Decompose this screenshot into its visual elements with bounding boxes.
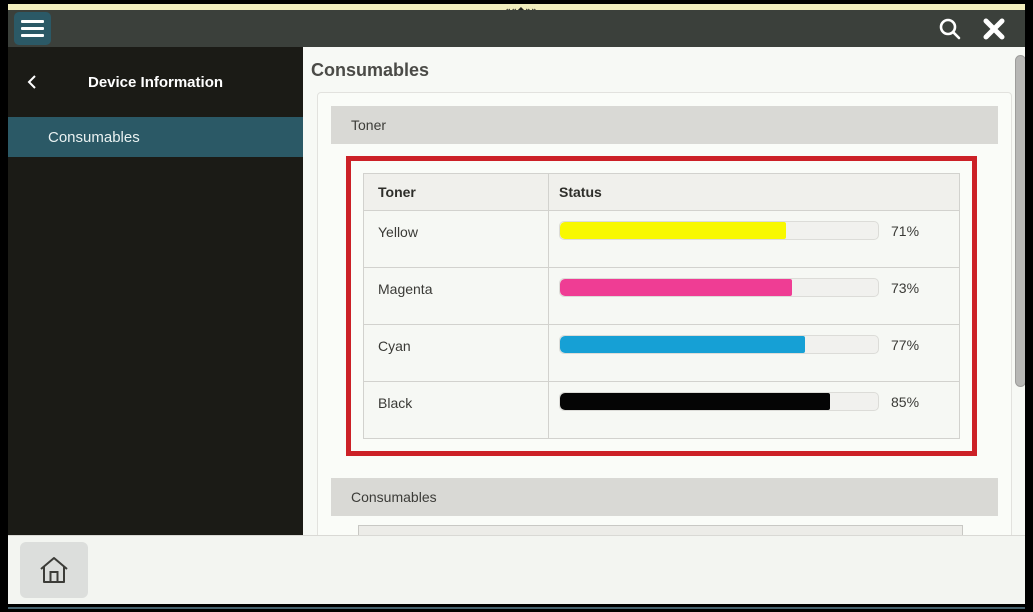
scrollbar[interactable] <box>1015 55 1025 387</box>
table-row: Cyan 77% <box>364 324 959 381</box>
toner-percent-label: 77% <box>891 335 919 353</box>
table-row: Black 85% <box>364 381 959 438</box>
menu-icon-bar <box>21 27 44 30</box>
sidebar-header: Device Information <box>8 47 303 117</box>
consumables-card: Toner Toner Status Yellow 71% Magenta 73% Cy… <box>317 92 1012 535</box>
back-button[interactable] <box>22 72 42 92</box>
toner-status-cell: 85% <box>549 382 959 438</box>
page-title: Consumables <box>311 60 1025 81</box>
section-header-consumables: Consumables <box>331 478 998 516</box>
table-row: Yellow 71% <box>364 210 959 267</box>
menu-icon-bar <box>21 34 44 37</box>
close-button[interactable] <box>977 12 1011 46</box>
search-icon <box>938 17 962 41</box>
toner-level-bar-fill <box>560 336 805 353</box>
section-title: Consumables <box>351 489 437 505</box>
sidebar-item-label: Consumables <box>48 129 140 146</box>
bottom-bar <box>8 535 1025 604</box>
app-bar <box>8 10 1025 47</box>
sidebar-item-consumables[interactable]: Consumables <box>8 117 303 157</box>
toner-level-bar-track <box>559 392 879 411</box>
toner-status-cell: 71% <box>549 211 959 267</box>
toner-table: Toner Status Yellow 71% Magenta 73% Cyan 77% B… <box>363 173 960 439</box>
toner-level-bar-fill <box>560 279 792 296</box>
toner-percent-label: 85% <box>891 392 919 410</box>
column-header-status: Status <box>549 174 959 210</box>
toner-percent-label: 73% <box>891 278 919 296</box>
close-icon <box>983 18 1005 40</box>
section-header-toner: Toner <box>331 106 998 144</box>
column-header-toner: Toner <box>364 174 549 210</box>
table-row: Magenta 73% <box>364 267 959 324</box>
toner-percent-label: 71% <box>891 221 919 239</box>
toner-level-bar-fill <box>560 222 786 239</box>
search-button[interactable] <box>933 12 967 46</box>
sidebar-title: Device Information <box>88 74 223 91</box>
menu-icon <box>21 20 44 23</box>
toner-level-bar-track <box>559 221 879 240</box>
section-title: Toner <box>351 117 386 133</box>
toner-status-cell: 73% <box>549 268 959 324</box>
toner-name: Cyan <box>364 325 549 381</box>
toner-level-bar-track <box>559 335 879 354</box>
toner-name: Magenta <box>364 268 549 324</box>
device-screen: ««◆»» <box>0 0 1033 612</box>
body: Device Information Consumables Consumabl… <box>8 47 1025 535</box>
home-icon <box>37 554 71 586</box>
main-content: Consumables Toner Toner Status Yellow 71%… <box>303 47 1025 535</box>
bottom-bezel-line <box>8 607 1025 609</box>
home-button[interactable] <box>20 542 88 598</box>
toner-level-bar-track <box>559 278 879 297</box>
sidebar: Device Information Consumables <box>8 47 303 535</box>
toner-table-rows: Yellow 71% Magenta 73% Cyan 77% Black 85% <box>364 210 959 438</box>
next-table-partial <box>358 525 963 535</box>
toner-status-cell: 77% <box>549 325 959 381</box>
chevron-left-icon <box>27 74 37 90</box>
toner-name: Black <box>364 382 549 438</box>
highlight-box: Toner Status Yellow 71% Magenta 73% Cyan 77% B… <box>346 156 977 456</box>
toner-level-bar-fill <box>560 393 830 410</box>
toner-table-header: Toner Status <box>364 174 959 210</box>
menu-button[interactable] <box>14 12 51 45</box>
screen: Device Information Consumables Consumabl… <box>8 10 1025 604</box>
toner-name: Yellow <box>364 211 549 267</box>
